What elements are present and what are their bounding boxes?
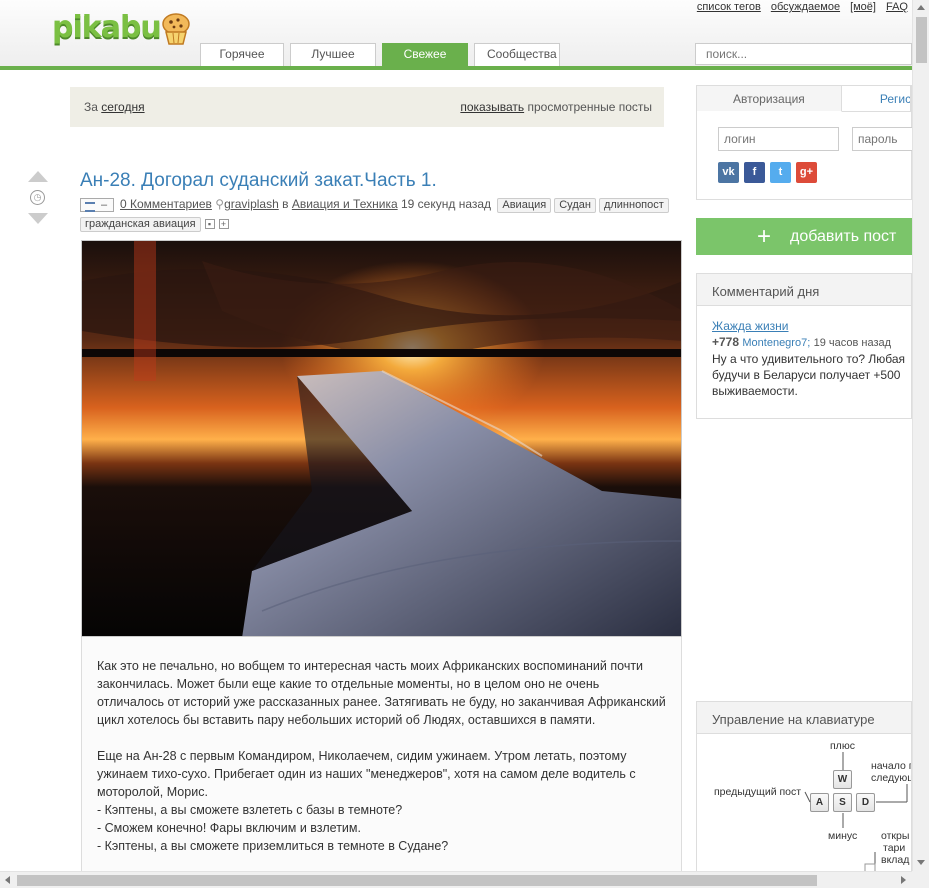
auth-tabs: Авторизация Регистрация bbox=[697, 86, 911, 112]
show-viewed-link[interactable]: показывать bbox=[460, 100, 524, 114]
tab-hot[interactable]: Горячее bbox=[200, 43, 284, 66]
post-meta: 0 Комментариев ⚲graviplash в Авиация и Т… bbox=[80, 196, 690, 232]
plus-icon: + bbox=[757, 223, 772, 250]
google-plus-icon[interactable]: g+ bbox=[796, 162, 817, 183]
faq-link[interactable]: FAQ bbox=[886, 1, 908, 13]
comment-post-link[interactable]: Жажда жизни bbox=[712, 319, 789, 333]
keyboard-help-title: Управление на клавиатуре bbox=[697, 702, 911, 734]
comment-rating: +778 bbox=[712, 335, 740, 349]
comment-text-line: выживаемости. bbox=[712, 384, 798, 398]
scrollbar-corner bbox=[912, 871, 929, 888]
clock-icon: ◷ bbox=[30, 190, 45, 205]
scroll-up-icon[interactable] bbox=[917, 5, 925, 10]
tab-login[interactable]: Авторизация bbox=[697, 86, 842, 112]
post-paragraph: Еще на Ан-28 с первым Командиром, Никола… bbox=[97, 749, 636, 799]
community-link[interactable]: Авиация и Техника bbox=[292, 197, 398, 211]
post-time: 19 секунд назад bbox=[400, 197, 492, 211]
tab-register[interactable]: Регистрация bbox=[841, 86, 911, 112]
comment-text-line: будучи в Беларуси получает +500 bbox=[712, 368, 901, 382]
add-post-button[interactable]: + добавить пост bbox=[696, 218, 912, 255]
period-selector[interactable]: сегодня bbox=[101, 100, 144, 114]
horizontal-scroll-thumb[interactable] bbox=[17, 875, 817, 886]
site-header: pikabu список тегов обсуждаемое [моё] FAQ Г… bbox=[0, 0, 912, 70]
in-word: в bbox=[282, 197, 289, 211]
auth-fields bbox=[718, 127, 922, 151]
muffin-logo-icon bbox=[162, 13, 190, 45]
tag-sudan[interactable]: Судан bbox=[554, 198, 596, 213]
scroll-down-icon[interactable] bbox=[917, 860, 925, 865]
tag-aviation[interactable]: Авиация bbox=[497, 198, 552, 213]
post-paragraph: - Кэптены, а вы сможете приземлиться в т… bbox=[97, 839, 449, 853]
vertical-scroll-thumb[interactable] bbox=[916, 17, 927, 63]
post-title[interactable]: Ан-28. Догорал суданский закат.Часть 1. bbox=[80, 170, 437, 192]
author-link[interactable]: graviplash bbox=[224, 197, 279, 211]
search-input[interactable] bbox=[695, 43, 912, 65]
meta-row-2: гражданская авиация ▪ + bbox=[80, 215, 690, 232]
top-links: список тегов обсуждаемое [моё] FAQ bbox=[687, 1, 908, 13]
tag-list-link[interactable]: список тегов bbox=[697, 1, 761, 13]
keyboard-guide-lines bbox=[804, 752, 908, 875]
downvote-arrow-icon[interactable] bbox=[28, 213, 48, 224]
save-icon[interactable]: ▪ bbox=[204, 218, 215, 229]
comment-time: 19 часов назад bbox=[813, 337, 892, 349]
tab-fresh[interactable]: Свежее bbox=[382, 43, 468, 66]
twitter-icon[interactable]: t bbox=[770, 162, 791, 183]
expand-icon[interactable]: + bbox=[218, 218, 229, 229]
tag-longpost[interactable]: длиннопост bbox=[598, 198, 669, 213]
post-paragraph: - Сможем конечно! Фары включим и взлетим… bbox=[97, 821, 361, 835]
post-paragraph: - Кэптены, а вы сможете взлететь с базы … bbox=[97, 803, 403, 817]
horizontal-scrollbar[interactable] bbox=[0, 871, 912, 888]
collapse-post-icon[interactable] bbox=[80, 197, 114, 213]
tab-best[interactable]: Лучшее bbox=[290, 43, 376, 66]
vk-icon[interactable]: vk bbox=[718, 162, 739, 183]
add-post-label: добавить пост bbox=[790, 228, 897, 245]
comment-of-day-body: Жажда жизни +778 Montenegro7; 19 часов н… bbox=[697, 306, 911, 411]
keyboard-diagram: плюс начало п следующ предыдущий пост ми… bbox=[697, 734, 911, 884]
scroll-left-icon[interactable] bbox=[5, 876, 10, 884]
filter-prefix: За bbox=[84, 100, 98, 114]
social-login: vk f t g+ bbox=[718, 162, 822, 183]
post-body: Как это не печально, но вобщем то интере… bbox=[81, 637, 682, 877]
viewed-posts-toggle: показывать просмотренные посты bbox=[460, 100, 652, 114]
sunset-wing-photo bbox=[82, 241, 681, 636]
comment-user-link[interactable]: Montenegro7; bbox=[742, 337, 810, 349]
comments-link[interactable]: 0 Комментариев bbox=[120, 197, 212, 211]
discussed-link[interactable]: обсуждаемое bbox=[771, 1, 840, 13]
comment-text-line: Ну а что удивительного то? Любая bbox=[712, 352, 906, 366]
show-viewed-suffix: просмотренные посты bbox=[527, 100, 652, 114]
login-field[interactable] bbox=[718, 127, 839, 151]
upvote-arrow-icon[interactable] bbox=[28, 171, 48, 182]
facebook-icon[interactable]: f bbox=[744, 162, 765, 183]
post-paragraph: Как это не печально, но вобщем то интере… bbox=[97, 659, 666, 727]
post-image bbox=[81, 240, 682, 637]
tab-communities[interactable]: Сообщества bbox=[474, 43, 560, 66]
auth-panel: Авторизация Регистрация vk f t g+ bbox=[696, 85, 922, 200]
mine-link[interactable]: [моё] bbox=[850, 1, 876, 13]
keyboard-help: Управление на клавиатуре плюс начало п с… bbox=[696, 701, 912, 888]
tag-civil-aviation[interactable]: гражданская авиация bbox=[80, 217, 201, 232]
vertical-scrollbar[interactable] bbox=[912, 0, 929, 871]
scroll-right-icon[interactable] bbox=[901, 876, 906, 884]
comment-of-day-title: Комментарий дня bbox=[697, 274, 911, 306]
site-logo[interactable]: pikabu bbox=[52, 10, 162, 45]
comment-of-day: Комментарий дня Жажда жизни +778 Montene… bbox=[696, 273, 912, 419]
filter-bar: За сегодня показывать просмотренные пост… bbox=[70, 87, 664, 127]
user-icon: ⚲ bbox=[215, 197, 225, 211]
main-tabs: Горячее Лучшее Свежее Сообщества bbox=[200, 43, 566, 66]
